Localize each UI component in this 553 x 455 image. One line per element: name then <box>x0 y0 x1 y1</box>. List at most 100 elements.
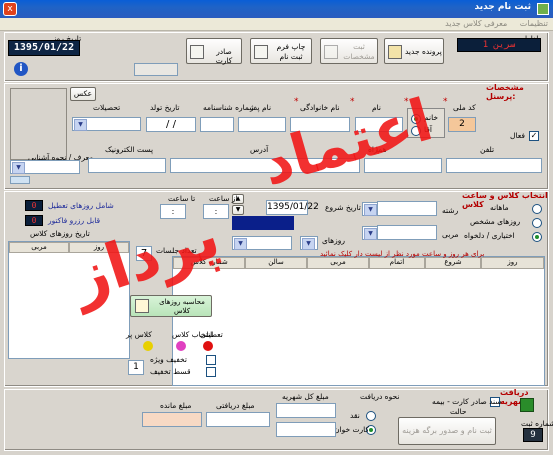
personal-section-title: مشخصات پرسنل: <box>486 83 524 101</box>
days-dropdown[interactable] <box>232 236 292 250</box>
calc-icon <box>135 299 149 313</box>
grid-notice: برای هر روز و ساعت مورد نظر از لیست دار … <box>320 250 485 258</box>
referrer-dropdown[interactable] <box>10 160 80 174</box>
app-icon <box>537 3 549 15</box>
status-label: حالت <box>450 407 467 416</box>
edit-icon <box>324 45 338 59</box>
grid-header-start: شروع <box>425 257 481 269</box>
id-input[interactable] <box>200 117 234 132</box>
register-and-issue-button[interactable]: ثبت نام و صدور برگه هزینه <box>398 417 496 445</box>
menu-bar: تنظیمات معرفی کلاس جدید <box>0 18 553 31</box>
history-label: تاریخ روزهای کلاس <box>30 229 90 238</box>
grid-header-end: اتمام <box>369 257 425 269</box>
coach-label: مربی <box>442 230 459 239</box>
referrer-indicator <box>10 176 30 184</box>
sessions-count-label: قابل رزرو فاکتور <box>48 216 101 225</box>
field-input[interactable] <box>377 201 437 216</box>
class-type-group: ماهانه روزهای مشخص اختیاری / دلخواه <box>464 199 544 245</box>
days-dropdown-2[interactable] <box>300 236 318 250</box>
special-discount-label: تخفیف ویژه <box>150 355 187 364</box>
mobile-input[interactable] <box>446 158 542 173</box>
card-pay-label: کارت خوان <box>334 425 370 434</box>
info-icon[interactable]: i <box>14 62 28 76</box>
photo-button[interactable]: عکس <box>70 87 96 101</box>
active-label: فعال <box>510 131 525 140</box>
monthly-radio[interactable] <box>532 204 542 214</box>
receipt-no: 9 <box>523 428 543 442</box>
menu-settings[interactable]: تنظیمات <box>515 18 553 29</box>
specific-days-radio[interactable] <box>532 218 542 228</box>
code-label: کد ملی <box>453 103 476 112</box>
card-icon <box>190 45 204 59</box>
field-dropdown[interactable] <box>362 202 378 216</box>
window-title: ثبت نام جدید <box>474 2 531 12</box>
start-date-input[interactable]: 1395/01/22 <box>266 200 319 215</box>
register-details-button[interactable]: ثبت مشخصات <box>320 38 378 64</box>
custom-radio[interactable] <box>532 232 542 242</box>
total-input-2[interactable] <box>276 422 336 437</box>
installment-label: قسط تخفیف <box>150 367 191 376</box>
print-form-button[interactable]: چاپ فرم ثبت نام <box>250 38 312 64</box>
from-label: از ساعت <box>209 194 238 203</box>
installment-checkbox[interactable] <box>206 367 216 377</box>
active-checkbox[interactable]: ✓ <box>529 131 539 141</box>
receipt-no-label: شماره ثبت <box>521 419 553 428</box>
cash-radio[interactable] <box>366 411 376 421</box>
education-dropdown[interactable] <box>72 117 141 131</box>
schedule-grid[interactable]: شماره کلاس سالن مربی اتمام شروع روز <box>172 256 545 386</box>
sessions-count: 0 <box>25 215 43 226</box>
shard-display: سرین 1 <box>457 38 541 52</box>
grid-header-coach: مربی <box>307 257 369 269</box>
education-label: تحصیلات <box>93 103 121 112</box>
card-issue-label: سند صادر کارت - بیمه <box>432 397 502 406</box>
calc-days-button[interactable]: محاسبه روزهای کلاس <box>130 295 212 317</box>
blank-display <box>134 63 178 76</box>
date-display: 1395/01/22 <box>8 40 80 56</box>
field-label: رشته <box>442 206 459 215</box>
father-label: نام پدر <box>250 103 272 112</box>
paid-label: مبلغ دریافتی <box>216 401 255 410</box>
photo-frame <box>10 88 67 160</box>
new-file-button[interactable]: پرونده جدید <box>384 38 444 64</box>
method-label: نحوه دریافت <box>360 392 400 401</box>
printer-icon <box>254 45 268 59</box>
special-discount-checkbox[interactable] <box>206 355 216 365</box>
legend-yellow-label: کلاس پر <box>126 330 152 339</box>
coach-dropdown[interactable] <box>362 226 378 240</box>
scroll-down-button[interactable]: ▼ <box>232 205 244 215</box>
list-header-coach: مربی <box>9 242 69 253</box>
remaining-input[interactable] <box>142 412 202 427</box>
total-label: مبلغ کل شهریه <box>282 392 329 401</box>
discount-input[interactable]: 1 <box>128 360 144 375</box>
grid-header-day: روز <box>481 257 544 269</box>
postal-label: پست الکترونیک <box>105 145 154 154</box>
money-icon <box>520 398 534 412</box>
birth-input[interactable]: / / <box>146 117 196 132</box>
cash-label: نقد <box>350 411 360 420</box>
remaining-label: مبلغ مانده <box>160 401 192 410</box>
start-label: تاریخ شروع <box>325 203 361 212</box>
family-required-mark: * <box>294 97 299 107</box>
total-input[interactable] <box>276 403 336 418</box>
id-label: شماره شناسنامه <box>203 103 256 112</box>
to-label: تا ساعت <box>168 194 196 203</box>
birth-label: تاریخ تولد <box>150 103 180 112</box>
coach-input[interactable] <box>377 225 437 240</box>
postal-input[interactable] <box>88 158 166 173</box>
folder-icon <box>388 45 402 59</box>
holidays-count: 0 <box>25 200 43 211</box>
holidays-label: شامل روزهای تعطیل <box>48 201 114 210</box>
legend-yellow-dot <box>143 341 153 351</box>
gender-required-mark: * <box>443 97 448 107</box>
days-label: روزهای <box>322 236 345 245</box>
title-bar: x ثبت نام جدید <box>0 0 553 18</box>
add-card-button[interactable]: صادر کارت <box>186 38 242 65</box>
selected-row-strip <box>232 216 294 230</box>
legend-pink-dot <box>176 341 186 351</box>
grid-header-hall: سالن <box>245 257 307 269</box>
close-button[interactable]: x <box>3 2 17 16</box>
paid-input[interactable] <box>206 412 270 427</box>
menu-new-class[interactable]: معرفی کلاس جدید <box>440 18 512 29</box>
legend-red-dot <box>203 341 213 351</box>
code-input[interactable]: 2 <box>448 117 476 132</box>
